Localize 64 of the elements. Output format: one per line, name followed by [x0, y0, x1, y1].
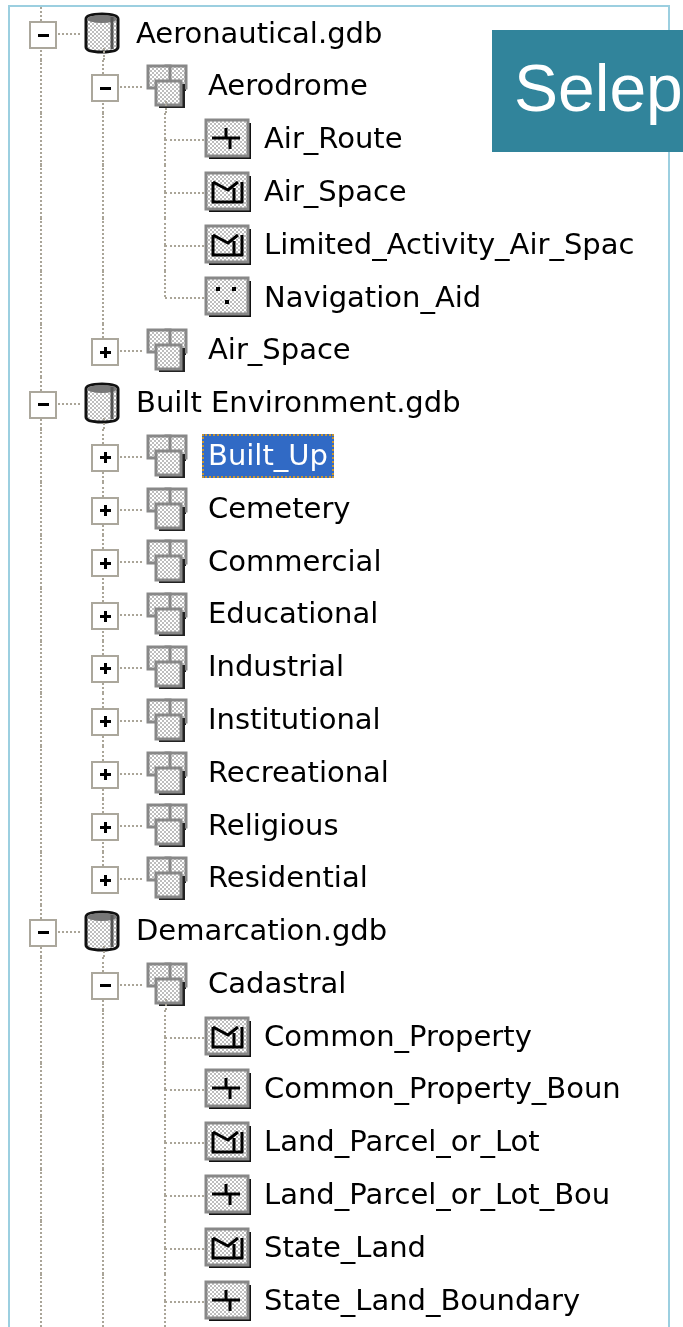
tree-item[interactable]: Land_Parcel_or_Lot: [258, 1120, 546, 1164]
polygon-icon: [204, 1120, 252, 1165]
minus-icon: [99, 984, 111, 988]
tree-item[interactable]: State_Land: [258, 1225, 432, 1270]
collapse-button[interactable]: [29, 918, 57, 947]
polygon-icon: [204, 1225, 252, 1270]
expand-button[interactable]: [91, 602, 119, 631]
expand-button[interactable]: [91, 707, 119, 736]
collapse-button[interactable]: [29, 390, 57, 419]
tree-item[interactable]: Built Environment.gdb: [130, 381, 467, 425]
tree-item[interactable]: Aeronautical.gdb: [130, 11, 389, 56]
tree-item[interactable]: Air_Route: [258, 117, 409, 161]
plus-icon: [99, 769, 111, 781]
plus-icon: [99, 821, 111, 833]
expand-button[interactable]: [91, 813, 119, 842]
collapse-button[interactable]: [29, 21, 57, 50]
polygon-icon: [204, 222, 252, 267]
collapse-button[interactable]: [91, 971, 119, 1000]
polygon-icon: [204, 1014, 252, 1059]
plus-icon: [99, 505, 111, 517]
expand-button[interactable]: [91, 549, 119, 578]
plus-icon: [99, 452, 111, 464]
tree-item[interactable]: Cemetery: [202, 486, 357, 531]
tree-item[interactable]: Cadastral: [202, 961, 353, 1006]
slide-title: Selep: [513, 50, 683, 125]
tree-item[interactable]: Residential: [202, 856, 374, 900]
tree-item[interactable]: Navigation_Aid: [258, 275, 488, 320]
expand-button[interactable]: [91, 443, 119, 472]
tree-item[interactable]: State_Land_Boundary: [258, 1278, 587, 1323]
plus-icon: [99, 610, 111, 622]
tree-item[interactable]: Institutional: [202, 697, 387, 742]
plus-icon: [99, 874, 111, 886]
expand-button[interactable]: [91, 866, 119, 895]
plus-icon: [99, 346, 111, 358]
line-icon: [204, 1278, 252, 1323]
plus-icon: [99, 716, 111, 728]
tree-item[interactable]: Recreational: [202, 750, 395, 795]
tree-item[interactable]: Aerodrome: [202, 64, 374, 109]
tree-item[interactable]: Religious: [202, 803, 345, 848]
tree-item[interactable]: Commercial: [202, 539, 388, 584]
tree-item[interactable]: Air_Space: [258, 169, 413, 214]
tree-item[interactable]: Built_Up: [202, 433, 334, 478]
expand-button[interactable]: [91, 338, 119, 367]
polygon-icon: [204, 169, 252, 214]
point-icon: [204, 275, 252, 320]
tree-item[interactable]: Land_Parcel_or_Lot_Bou: [258, 1173, 617, 1217]
collapse-button[interactable]: [91, 74, 119, 103]
tree-item[interactable]: Common_Property_Boun: [258, 1067, 627, 1112]
expand-button[interactable]: [91, 760, 119, 789]
minus-icon: [37, 403, 49, 407]
minus-icon: [99, 86, 111, 90]
minus-icon: [37, 33, 49, 37]
line-icon: [204, 1067, 252, 1112]
plus-icon: [99, 663, 111, 675]
plus-icon: [99, 557, 111, 569]
tree-item[interactable]: Air_Space: [202, 328, 357, 372]
expand-button[interactable]: [91, 654, 119, 683]
tree-item[interactable]: Limited_Activity_Air_Spac: [258, 222, 641, 267]
minus-icon: [37, 931, 49, 935]
tree-item[interactable]: Common_Property: [258, 1014, 538, 1059]
tree-item[interactable]: Industrial: [202, 645, 350, 689]
tree-item[interactable]: Educational: [202, 592, 385, 636]
tree-item[interactable]: Demarcation.gdb: [130, 909, 394, 953]
expand-button[interactable]: [91, 496, 119, 525]
